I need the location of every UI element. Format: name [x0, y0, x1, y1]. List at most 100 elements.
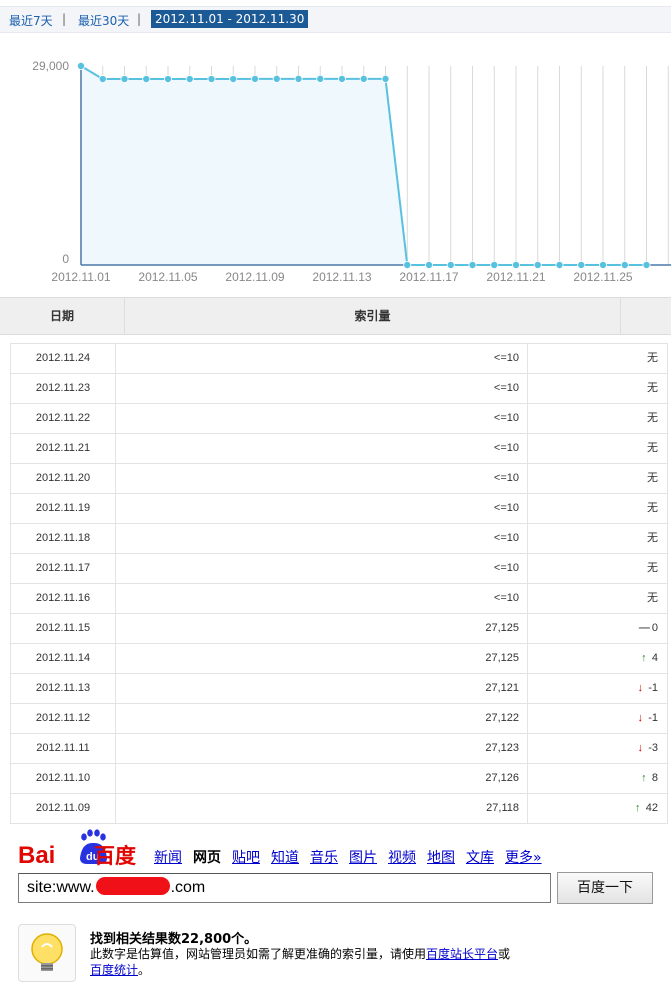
data-point — [512, 260, 521, 269]
y-tick-label: 29,000 — [32, 59, 69, 73]
data-point — [424, 260, 433, 269]
webmaster-platform-link[interactable]: 百度站长平台 — [426, 947, 498, 961]
change-value: 无 — [647, 592, 658, 604]
column-header-date[interactable]: 日期 — [0, 298, 125, 334]
row-index-value: 27,125 — [116, 644, 528, 673]
search-input[interactable]: site:www. .com — [18, 873, 551, 903]
row-index-value: 27,125 — [116, 614, 528, 643]
row-change: ↓ -1 — [538, 674, 658, 703]
change-value: 无 — [647, 412, 658, 424]
nav-link[interactable]: 更多» — [505, 850, 542, 866]
change-value: 无 — [647, 442, 658, 454]
row-change: 无 — [538, 524, 658, 553]
arrow-down-icon: ↓ — [637, 682, 643, 694]
arrow-up-icon: ↑ — [635, 802, 641, 814]
row-date: 2012.11.18 — [11, 524, 116, 553]
nav-link[interactable]: 视频 — [388, 850, 416, 866]
row-index-value: 27,126 — [116, 764, 528, 793]
result-count: 找到相关结果数22,800个。 — [90, 932, 258, 947]
separator: | — [62, 12, 67, 26]
x-tick-label: 2012.11.17 — [399, 270, 458, 284]
row-date: 2012.11.13 — [11, 674, 116, 703]
search-button[interactable]: 百度一下 — [557, 872, 653, 904]
row-change: 无 — [538, 494, 658, 523]
data-point — [294, 74, 303, 83]
row-date: 2012.11.15 — [11, 614, 116, 643]
arrow-down-icon: ↓ — [637, 712, 643, 724]
change-value: -1 — [648, 682, 658, 694]
row-date: 2012.11.24 — [11, 344, 116, 373]
arrow-up-icon: ↑ — [641, 652, 647, 664]
data-point — [185, 75, 194, 84]
row-change: ↓ -1 — [538, 704, 658, 733]
row-change: 无 — [538, 434, 658, 463]
nav-link[interactable]: 文库 — [466, 850, 494, 866]
table-row: 2012.11.24 <=10 无 — [10, 343, 668, 374]
row-change: ↑ 42 — [538, 794, 658, 823]
table-row: 2012.11.16 <=10 无 — [10, 584, 668, 614]
table-row: 2012.11.21 <=10 无 — [10, 434, 668, 464]
table-row: 2012.11.12 27,122 ↓ -1 — [10, 704, 668, 734]
change-value: 4 — [651, 652, 658, 664]
logo-text-bai: Bai — [18, 842, 55, 868]
x-tick-label: 2012.11.09 — [225, 270, 284, 284]
arrow-down-icon: ↓ — [637, 742, 643, 754]
baidu-logo[interactable]: du Bai 百度 — [18, 828, 138, 868]
active-range-button[interactable]: 2012.11.01 - 2012.11.30 — [151, 10, 309, 28]
baidu-stats-link[interactable]: 百度统计 — [90, 963, 138, 977]
data-point — [272, 74, 281, 83]
logo-text-baidu: 百度 — [94, 844, 136, 868]
redaction-mark — [95, 877, 170, 895]
row-index-value: 27,121 — [116, 674, 528, 703]
row-index-value: <=10 — [116, 404, 528, 433]
change-value: -1 — [648, 712, 658, 724]
row-date: 2012.11.14 — [11, 644, 116, 673]
data-point — [359, 74, 368, 83]
x-tick-label: 2012.11.21 — [486, 270, 545, 284]
row-index-value: <=10 — [116, 524, 528, 553]
data-point — [98, 75, 107, 84]
separator: | — [137, 12, 142, 26]
change-value: 0 — [651, 622, 658, 634]
row-date: 2012.11.19 — [11, 494, 116, 523]
arrow-up-icon: ↑ — [641, 772, 647, 784]
row-index-value: <=10 — [116, 374, 528, 403]
data-point — [642, 260, 651, 269]
note-text: 。 — [138, 963, 151, 977]
row-index-value: <=10 — [116, 344, 528, 373]
change-value: 无 — [647, 382, 658, 394]
row-index-value: <=10 — [116, 434, 528, 463]
nav-link[interactable]: 音乐 — [310, 850, 338, 866]
row-index-value: <=10 — [116, 464, 528, 493]
query-prefix: site:www. — [27, 879, 95, 896]
data-point — [468, 260, 477, 269]
change-value: -3 — [648, 742, 658, 754]
table-row: 2012.11.22 <=10 无 — [10, 404, 668, 434]
table-row: 2012.11.23 <=10 无 — [10, 374, 668, 404]
row-index-value: 27,123 — [116, 734, 528, 763]
data-point — [250, 74, 259, 83]
range-30-days-link[interactable]: 最近30天 — [78, 12, 129, 29]
nav-link[interactable]: 网页 — [193, 850, 221, 866]
data-point — [555, 260, 564, 269]
column-header-index[interactable]: 索引量 — [125, 298, 621, 334]
change-value: 无 — [647, 502, 658, 514]
change-value: 42 — [645, 802, 658, 814]
data-point — [446, 260, 455, 269]
nav-link[interactable]: 知道 — [271, 850, 299, 866]
row-index-value: <=10 — [116, 554, 528, 583]
nav-link[interactable]: 地图 — [427, 850, 455, 866]
flat-dash-icon: — — [638, 622, 650, 634]
area-fill — [81, 66, 647, 265]
data-point — [533, 260, 542, 269]
nav-link[interactable]: 图片 — [349, 850, 377, 866]
x-tick-label: 2012.11.25 — [573, 270, 632, 284]
row-date: 2012.11.12 — [11, 704, 116, 733]
note-text: 此数字是估算值，网站管理员如需了解更准确的索引量，请使用 — [90, 947, 427, 961]
nav-link[interactable]: 新闻 — [154, 850, 182, 866]
row-index-value: <=10 — [116, 494, 528, 523]
range-7-days-link[interactable]: 最近7天 — [9, 12, 53, 29]
table-row: 2012.11.10 27,126 ↑ 8 — [10, 764, 668, 794]
nav-link[interactable]: 贴吧 — [232, 850, 260, 866]
change-value: 8 — [651, 772, 658, 784]
